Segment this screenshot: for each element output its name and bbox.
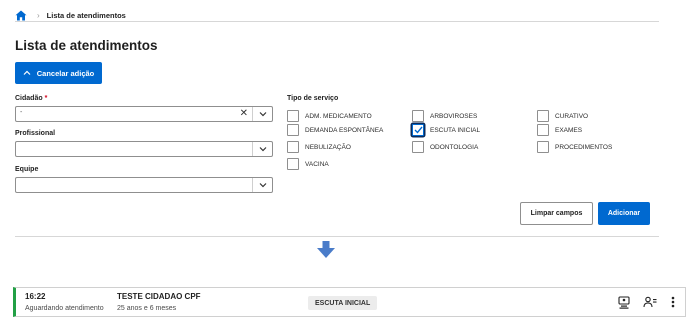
add-button[interactable]: Adicionar <box>598 202 650 225</box>
service-option-label: EXAMES <box>555 126 583 134</box>
home-icon[interactable] <box>15 8 29 22</box>
cancel-add-button[interactable]: Cancelar adição <box>15 62 102 84</box>
service-option-label: ESCUTA INICIAL <box>430 126 481 134</box>
cidadao-label: Cidadão * <box>15 95 47 102</box>
checkbox[interactable] <box>537 141 549 153</box>
service-option-vacina[interactable]: VACINA <box>287 158 329 170</box>
required-mark: * <box>44 95 48 102</box>
service-option-label: CURATIVO <box>555 112 589 120</box>
service-option-nebulizacao[interactable]: NEBULIZAÇÃO <box>287 141 351 153</box>
arrow-down-icon <box>317 241 335 258</box>
service-option-arboviroses[interactable]: ARBOVIROSES <box>412 110 477 122</box>
service-type-label: Tipo de serviço <box>287 95 339 102</box>
service-option-odontologia[interactable]: ODONTOLOGIA <box>412 141 478 153</box>
patient-age: 25 anos e 6 meses <box>117 305 177 312</box>
service-option-exames[interactable]: EXAMES <box>537 124 582 136</box>
service-option-label: ODONTOLOGIA <box>430 143 479 151</box>
cancel-add-label: Cancelar adição <box>36 68 95 78</box>
equipe-label: Equipe <box>15 166 39 173</box>
breadcrumb-separator-icon: › <box>37 10 40 20</box>
service-option-label: VACINA <box>305 160 329 168</box>
service-option-label: NEBULIZAÇÃO <box>305 143 351 151</box>
checkbox[interactable] <box>412 110 424 122</box>
queue-status: Aguardando atendimento <box>25 305 104 312</box>
chevron-down-icon[interactable] <box>252 178 272 192</box>
profissional-label: Profissional <box>15 130 56 137</box>
profissional-select[interactable] <box>15 141 273 157</box>
cidadao-select[interactable]: - ✕ <box>15 106 273 122</box>
equipe-select[interactable] <box>15 177 273 193</box>
service-option-label: ADM. MEDICAMENTO <box>305 112 372 120</box>
queue-item[interactable]: 16:22 Aguardando atendimento TESTE CIDAD… <box>13 287 686 317</box>
chevron-down-icon[interactable] <box>252 142 272 156</box>
chevron-down-icon[interactable] <box>252 107 272 121</box>
service-option-escuta-inicial[interactable]: ESCUTA INICIAL <box>412 124 480 136</box>
people-icon[interactable] <box>643 295 657 309</box>
chevron-up-icon <box>23 70 31 75</box>
more-vertical-icon[interactable] <box>666 295 680 309</box>
patient-name: TESTE CIDADAO CPF <box>117 292 201 301</box>
checkbox[interactable] <box>287 124 299 136</box>
checkbox[interactable] <box>287 141 299 153</box>
checkbox-checked[interactable] <box>412 124 424 136</box>
clear-icon[interactable]: ✕ <box>240 108 248 120</box>
service-option-curativo[interactable]: CURATIVO <box>537 110 588 122</box>
page-title: Lista de atendimentos <box>15 38 158 53</box>
divider <box>15 21 659 22</box>
service-option-procedimentos[interactable]: PROCEDIMENTOS <box>537 141 612 153</box>
service-option-adm-medicamento[interactable]: ADM. MEDICAMENTO <box>287 110 372 122</box>
service-option-label: PROCEDIMENTOS <box>555 143 613 151</box>
service-option-label: ARBOVIROSES <box>430 112 478 120</box>
checkbox[interactable] <box>287 158 299 170</box>
cidadao-label-text: Cidadão <box>15 95 43 102</box>
breadcrumb-current: Lista de atendimentos <box>46 10 126 20</box>
service-badge: ESCUTA INICIAL <box>308 296 378 310</box>
service-option-demanda-espontanea[interactable]: DEMANDA ESPONTÂNEA <box>287 124 383 136</box>
clear-fields-button[interactable]: Limpar campos <box>520 202 593 225</box>
divider <box>15 236 659 237</box>
queue-time: 16:22 <box>25 292 46 301</box>
checkbox[interactable] <box>287 110 299 122</box>
cidadao-value: - <box>20 109 23 116</box>
check-icon <box>414 126 423 134</box>
checkbox[interactable] <box>412 141 424 153</box>
checkbox[interactable] <box>537 110 549 122</box>
checkbox[interactable] <box>537 124 549 136</box>
monitor-person-icon[interactable] <box>617 295 631 309</box>
service-option-label: DEMANDA ESPONTÂNEA <box>305 126 384 134</box>
